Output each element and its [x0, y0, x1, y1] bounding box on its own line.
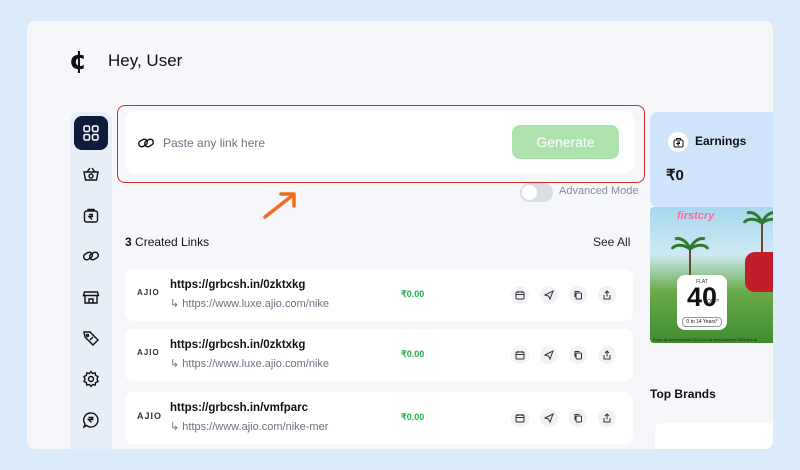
copy-button[interactable] [569, 346, 587, 364]
short-url[interactable]: https://grbcsh.in/0zktxkg [170, 279, 305, 291]
greeting-title: Hey, User [108, 51, 183, 70]
sidebar-item-offers[interactable] [74, 321, 108, 355]
calendar-button[interactable] [511, 409, 529, 427]
basket-icon [83, 167, 99, 181]
share-send-button[interactable] [540, 286, 558, 304]
share-button[interactable] [598, 409, 616, 427]
original-url: ↳ https://www.luxe.ajio.com/nike [170, 298, 330, 310]
earnings-amount: ₹0 [666, 167, 684, 184]
bag-rupee-icon [673, 137, 683, 147]
link-earnings: ₹0.00 [401, 289, 425, 299]
sidebar-item-links[interactable] [74, 239, 108, 273]
advanced-mode-toggle[interactable] [520, 183, 553, 202]
copy-button[interactable] [569, 409, 587, 427]
highlight-box [117, 105, 645, 183]
original-url: ↳ https://www.ajio.com/nike-mer [170, 421, 329, 433]
badge-off: OFF* [707, 299, 719, 305]
banner-logo: firstcry [677, 210, 715, 222]
tag-icon [83, 331, 99, 346]
link-earnings: ₹0.00 [401, 349, 425, 359]
calendar-button[interactable] [511, 346, 529, 364]
bag-rupee-icon [83, 208, 99, 223]
sidebar-item-earnings[interactable] [74, 198, 108, 232]
share-send-button[interactable] [540, 346, 558, 364]
calendar-icon [515, 414, 525, 423]
copy-button[interactable] [569, 286, 587, 304]
car-image [745, 252, 773, 292]
share-button[interactable] [598, 286, 616, 304]
grid-icon [83, 125, 99, 141]
calendar-button[interactable] [511, 286, 529, 304]
upload-icon [603, 350, 611, 360]
sidebar [70, 112, 112, 449]
sidebar-item-support[interactable] [74, 403, 108, 437]
link-earnings: ₹0.00 [401, 412, 425, 422]
brand-logo[interactable]: ¢ [69, 48, 87, 74]
store-icon [82, 291, 100, 304]
sidebar-item-settings[interactable] [74, 362, 108, 396]
rupee-chat-icon [82, 412, 99, 429]
palm-tree-icon [670, 237, 710, 281]
send-icon [544, 413, 554, 423]
calendar-icon [515, 291, 525, 300]
app-window: ¢ Hey, User Generate [27, 21, 773, 449]
brand-name: AJIO [137, 348, 160, 357]
brand-name: AJIO [137, 288, 160, 297]
banner-fine-print: *t new all merch summer 2024 new all mer… [653, 338, 758, 342]
share-send-button[interactable] [540, 409, 558, 427]
pointer-arrow-icon [263, 192, 296, 219]
original-url: ↳ https://www.luxe.ajio.com/nike [170, 358, 330, 370]
upload-icon [603, 413, 611, 423]
earnings-title: Earnings [695, 134, 747, 148]
promo-banner[interactable]: firstcry FLAT 40 OFF* 0 to 14 Years* *t … [650, 207, 773, 343]
share-button[interactable] [598, 346, 616, 364]
created-links-heading: 3 Created Links [125, 235, 209, 249]
top-brands-heading: Top Brands [650, 387, 716, 401]
short-url[interactable]: https://grbcsh.in/0zktxkg [170, 339, 305, 351]
sidebar-item-stores[interactable] [74, 280, 108, 314]
earnings-card[interactable]: Earnings ₹0 [650, 112, 773, 207]
upload-icon [603, 290, 611, 300]
discount-badge: FLAT 40 OFF* 0 to 14 Years* [677, 275, 727, 330]
badge-percent: 40 [686, 282, 718, 312]
table-row[interactable]: AJIO https://grbcsh.in/0zktxkg ↳ https:/… [125, 329, 633, 381]
table-row[interactable]: AJIO https://grbcsh.in/vmfparc ↳ https:/… [125, 392, 633, 444]
calendar-icon [515, 351, 525, 360]
created-links-label: Created Links [135, 235, 210, 249]
copy-icon [574, 291, 582, 300]
send-icon [544, 350, 554, 360]
brand-name: AJIO [137, 411, 163, 421]
badge-years: 0 to 14 Years* [682, 317, 722, 327]
gear-icon [83, 370, 99, 388]
see-all-link[interactable]: See All [593, 235, 630, 249]
created-links-count: 3 [125, 235, 132, 249]
short-url[interactable]: https://grbcsh.in/vmfparc [170, 402, 308, 414]
copy-icon [574, 414, 582, 423]
brand-card[interactable] [655, 423, 773, 449]
send-icon [544, 290, 554, 300]
advanced-mode-label: Advanced Mode [559, 185, 639, 197]
table-row[interactable]: AJIO https://grbcsh.in/0zktxkg ↳ https:/… [125, 269, 633, 321]
sidebar-item-dashboard[interactable] [74, 116, 108, 150]
link-icon [83, 251, 99, 261]
earnings-icon [668, 132, 688, 152]
sidebar-item-shop[interactable] [74, 157, 108, 191]
copy-icon [574, 351, 582, 360]
